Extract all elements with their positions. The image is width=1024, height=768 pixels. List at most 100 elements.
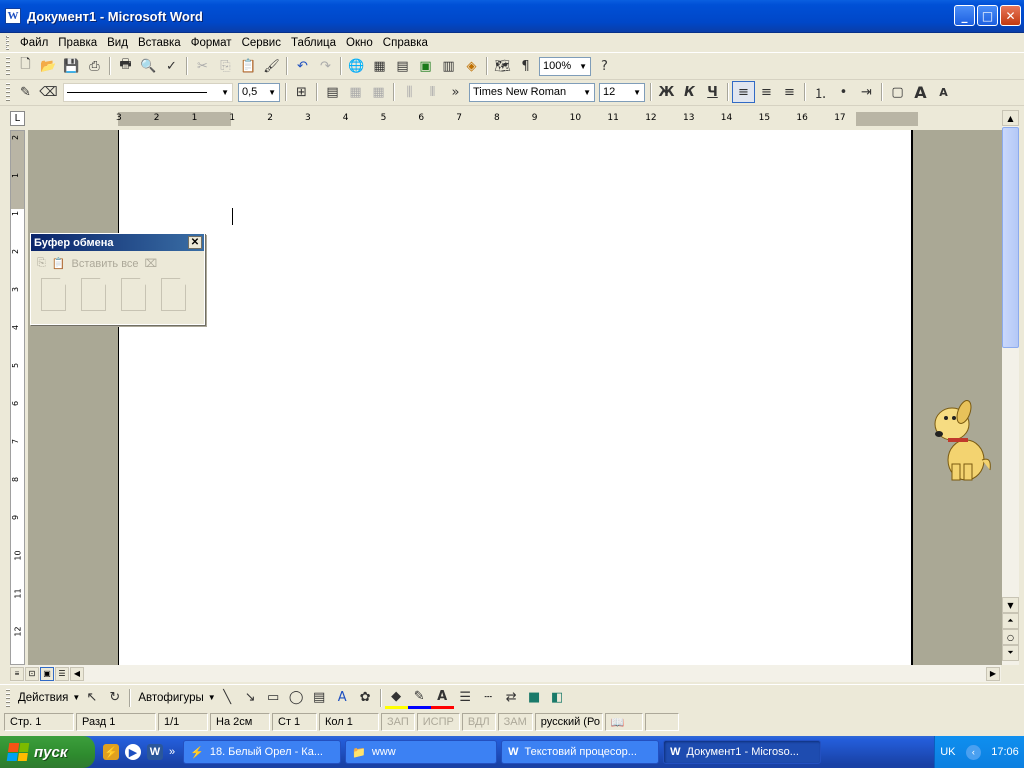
- horizontal-scrollbar[interactable]: ≡ ⊡ ▣ ☰ ◀ ▶: [10, 665, 1001, 682]
- office-assistant-dog-icon[interactable]: [930, 398, 994, 482]
- spelling-icon[interactable]: ✓: [160, 55, 183, 77]
- toolbar-options-icon[interactable]: »: [444, 81, 467, 103]
- line-color-icon[interactable]: ✎: [407, 687, 431, 709]
- insert-table-icon[interactable]: ▤: [321, 81, 344, 103]
- cut-icon[interactable]: ✂: [191, 55, 214, 77]
- paste-all-button[interactable]: Вставить все: [72, 258, 139, 270]
- menu-help[interactable]: Справка: [378, 37, 433, 49]
- print-preview-icon[interactable]: 🔍: [137, 55, 160, 77]
- status-overtype[interactable]: ЗАМ: [497, 713, 533, 731]
- align-left-icon[interactable]: ≡: [732, 81, 755, 103]
- previous-page-icon[interactable]: ⏶: [1002, 613, 1019, 629]
- help-icon[interactable]: ?: [593, 55, 616, 77]
- vertical-ruler[interactable]: 2 1 1 2 3 4 5 6 7 8 9 10 11 12: [10, 130, 25, 665]
- status-track-changes[interactable]: ИСПР: [416, 713, 460, 731]
- vertical-scrollbar[interactable]: ▲ ▼ ⏶ ○ ⏷: [1002, 110, 1019, 665]
- start-button[interactable]: пуск: [0, 736, 95, 768]
- menu-tools[interactable]: Сервис: [237, 37, 286, 49]
- line-style-combo[interactable]: ▼: [63, 82, 233, 102]
- undo-icon[interactable]: ↶: [291, 55, 314, 77]
- font-name-combo[interactable]: Times New Roman ▼: [469, 82, 595, 102]
- zoom-combo[interactable]: 100% ▼: [539, 56, 591, 76]
- print-layout-icon[interactable]: ▣: [40, 666, 54, 681]
- print-icon[interactable]: 🖶: [114, 55, 137, 77]
- scroll-thumb[interactable]: [1002, 127, 1019, 348]
- numbering-icon[interactable]: ⒈: [809, 81, 832, 103]
- distribute-icon[interactable]: ⫴: [421, 81, 444, 103]
- line-style-icon[interactable]: ☰: [454, 687, 477, 709]
- menu-view[interactable]: Вид: [102, 37, 133, 49]
- toolbar-grip[interactable]: [6, 688, 10, 707]
- increase-indent-icon[interactable]: ⇥: [855, 81, 878, 103]
- tab-selector[interactable]: L: [10, 111, 25, 126]
- new-document-icon[interactable]: 🗋: [14, 55, 37, 77]
- status-record[interactable]: ЗАП: [381, 713, 415, 731]
- text-box-icon[interactable]: ▤: [308, 687, 331, 709]
- clipboard-close-button[interactable]: ✕: [188, 236, 202, 249]
- task-word-document1[interactable]: W Документ1 - Microso...: [663, 740, 822, 764]
- clipboard-slot[interactable]: [161, 278, 186, 311]
- fill-color-icon[interactable]: ◆: [384, 687, 408, 709]
- clipboard-title-bar[interactable]: Буфер обмена ✕: [31, 234, 204, 251]
- task-winamp[interactable]: ⚡ 18. Белый Орел - Ка...: [183, 740, 342, 764]
- document-area[interactable]: [28, 130, 1002, 665]
- word-doc-icon[interactable]: W: [5, 8, 21, 24]
- document-map-icon[interactable]: 🗺: [491, 55, 514, 77]
- minimize-button[interactable]: _: [954, 5, 975, 26]
- font-color-icon[interactable]: A: [430, 687, 454, 709]
- task-word-textproc[interactable]: W Текстовий процесор...: [501, 740, 660, 764]
- bullets-icon[interactable]: •: [832, 81, 855, 103]
- font-size-combo[interactable]: 12 ▼: [599, 82, 645, 102]
- show-formatting-icon[interactable]: ¶: [514, 55, 537, 77]
- eraser-icon[interactable]: ⌫: [37, 81, 60, 103]
- save-icon[interactable]: 💾: [60, 55, 83, 77]
- menu-edit[interactable]: Правка: [53, 37, 102, 49]
- shadow-icon[interactable]: ■: [523, 687, 546, 709]
- actions-menu[interactable]: Действия: [14, 692, 72, 704]
- scroll-down-icon[interactable]: ▼: [1002, 597, 1019, 613]
- autoshapes-menu[interactable]: Автофигуры: [134, 692, 207, 704]
- grow-font-icon[interactable]: A: [909, 81, 932, 103]
- format-painter-icon[interactable]: 🖌: [260, 55, 283, 77]
- menu-insert[interactable]: Вставка: [133, 37, 186, 49]
- bold-button[interactable]: Ж: [655, 81, 678, 103]
- toolbar-grip[interactable]: [6, 83, 10, 101]
- scroll-left-icon[interactable]: ◀: [70, 666, 84, 681]
- columns-icon[interactable]: ▥: [437, 55, 460, 77]
- menu-window[interactable]: Окно: [341, 37, 378, 49]
- menu-format[interactable]: Формат: [186, 37, 237, 49]
- 3d-icon[interactable]: ◧: [546, 687, 569, 709]
- wordart-icon[interactable]: A: [331, 687, 354, 709]
- select-objects-icon[interactable]: ↖: [80, 687, 103, 709]
- title-bar[interactable]: W Документ1 - Microsoft Word _ □ ✕: [0, 0, 1024, 33]
- clock[interactable]: 17:06: [991, 746, 1019, 758]
- scroll-right-icon[interactable]: ▶: [986, 666, 1000, 681]
- arrow-icon[interactable]: ↘: [239, 687, 262, 709]
- redo-icon[interactable]: ↷: [314, 55, 337, 77]
- outside-border-icon[interactable]: ▢: [886, 81, 909, 103]
- maximize-button[interactable]: □: [977, 5, 998, 26]
- outline-view-icon[interactable]: ☰: [55, 666, 69, 681]
- copy-icon[interactable]: ⎘: [214, 55, 237, 77]
- paste-all-icon[interactable]: 📋: [52, 257, 66, 270]
- media-player-icon[interactable]: ▶: [125, 744, 141, 760]
- line-icon[interactable]: ╲: [216, 687, 239, 709]
- permission-icon[interactable]: ⎙: [83, 55, 106, 77]
- clipboard-slot[interactable]: [41, 278, 66, 311]
- clipboard-slot[interactable]: [121, 278, 146, 311]
- shrink-font-icon[interactable]: A: [932, 81, 955, 103]
- clip-art-icon[interactable]: ✿: [354, 687, 377, 709]
- tray-arrow-icon[interactable]: ‹: [965, 744, 981, 760]
- italic-button[interactable]: К: [678, 81, 701, 103]
- paste-icon[interactable]: 📋: [237, 55, 260, 77]
- clear-clipboard-icon[interactable]: ⌧: [145, 257, 158, 270]
- clipboard-copy-icon[interactable]: ⎘: [37, 257, 46, 270]
- toolbar-grip[interactable]: [6, 35, 9, 50]
- oval-icon[interactable]: ◯: [285, 687, 308, 709]
- close-button[interactable]: ✕: [1000, 5, 1021, 26]
- next-page-icon[interactable]: ⏷: [1002, 645, 1019, 661]
- merge-cells-icon[interactable]: ▦: [344, 81, 367, 103]
- winamp-quicklaunch-icon[interactable]: ⚡: [103, 744, 119, 760]
- underline-button[interactable]: Ч: [701, 81, 724, 103]
- split-cells-icon[interactable]: ▦: [367, 81, 390, 103]
